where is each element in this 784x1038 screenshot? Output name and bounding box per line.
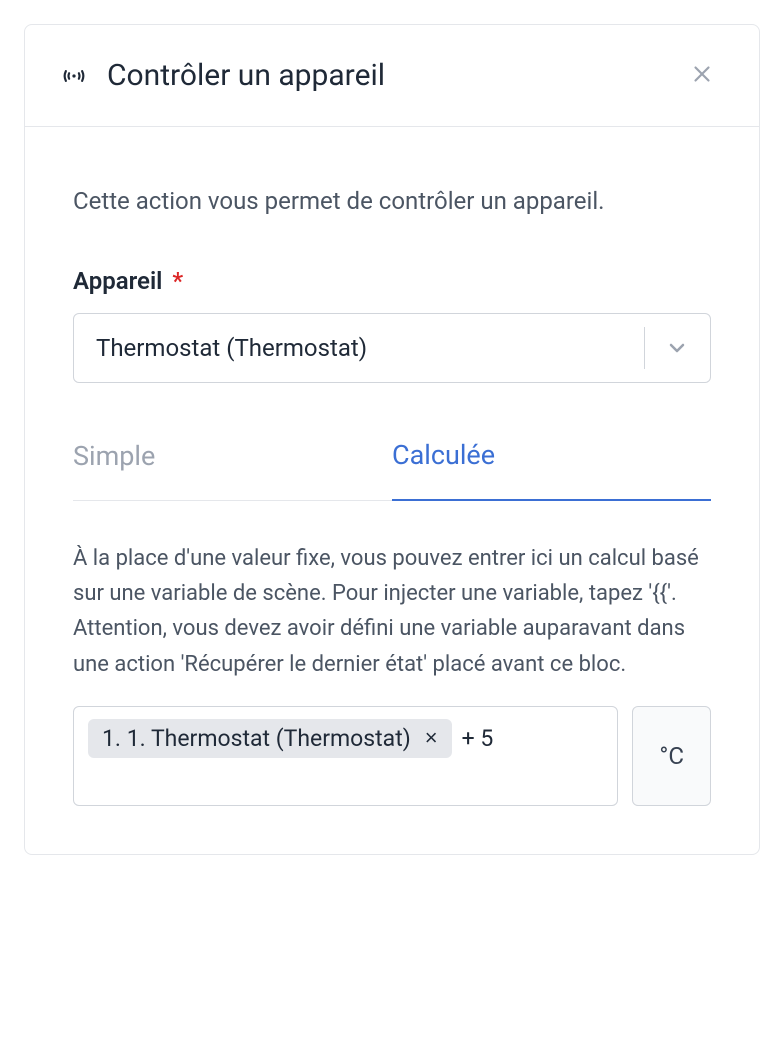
device-select-value: Thermostat (Thermostat): [73, 313, 711, 383]
variable-chip: 1. 1. Thermostat (Thermostat) ×: [88, 719, 452, 758]
card-title: Contrôler un appareil: [107, 58, 385, 93]
expression-row: 1. 1. Thermostat (Thermostat) × + 5 °C: [73, 706, 711, 806]
card-body: Cette action vous permet de contrôler un…: [25, 127, 759, 854]
card-header: Contrôler un appareil: [25, 25, 759, 127]
expression-input[interactable]: 1. 1. Thermostat (Thermostat) × + 5: [73, 706, 618, 806]
device-label: Appareil *: [73, 267, 711, 295]
device-label-text: Appareil: [73, 267, 162, 295]
chip-remove-button[interactable]: ×: [425, 727, 438, 749]
tab-simple[interactable]: Simple: [73, 439, 392, 500]
chevron-down-icon: [665, 336, 689, 360]
action-description: Cette action vous permet de contrôler un…: [73, 183, 711, 219]
close-button[interactable]: [681, 53, 723, 98]
unit-suffix: °C: [632, 706, 711, 806]
device-select[interactable]: Thermostat (Thermostat): [73, 313, 711, 383]
header-left: Contrôler un appareil: [61, 58, 385, 93]
control-device-card: Contrôler un appareil Cette action vous …: [24, 24, 760, 855]
broadcast-icon: [61, 63, 87, 89]
value-mode-tabs: Simple Calculée: [73, 439, 711, 501]
required-indicator: *: [172, 267, 183, 295]
tab-calculated[interactable]: Calculée: [392, 439, 711, 501]
expression-tail: + 5: [460, 725, 494, 752]
select-divider: [644, 327, 645, 369]
calculated-help-text: À la place d'une valeur fixe, vous pouve…: [73, 541, 711, 682]
close-icon: [689, 61, 715, 90]
variable-chip-label: 1. 1. Thermostat (Thermostat): [102, 725, 411, 752]
